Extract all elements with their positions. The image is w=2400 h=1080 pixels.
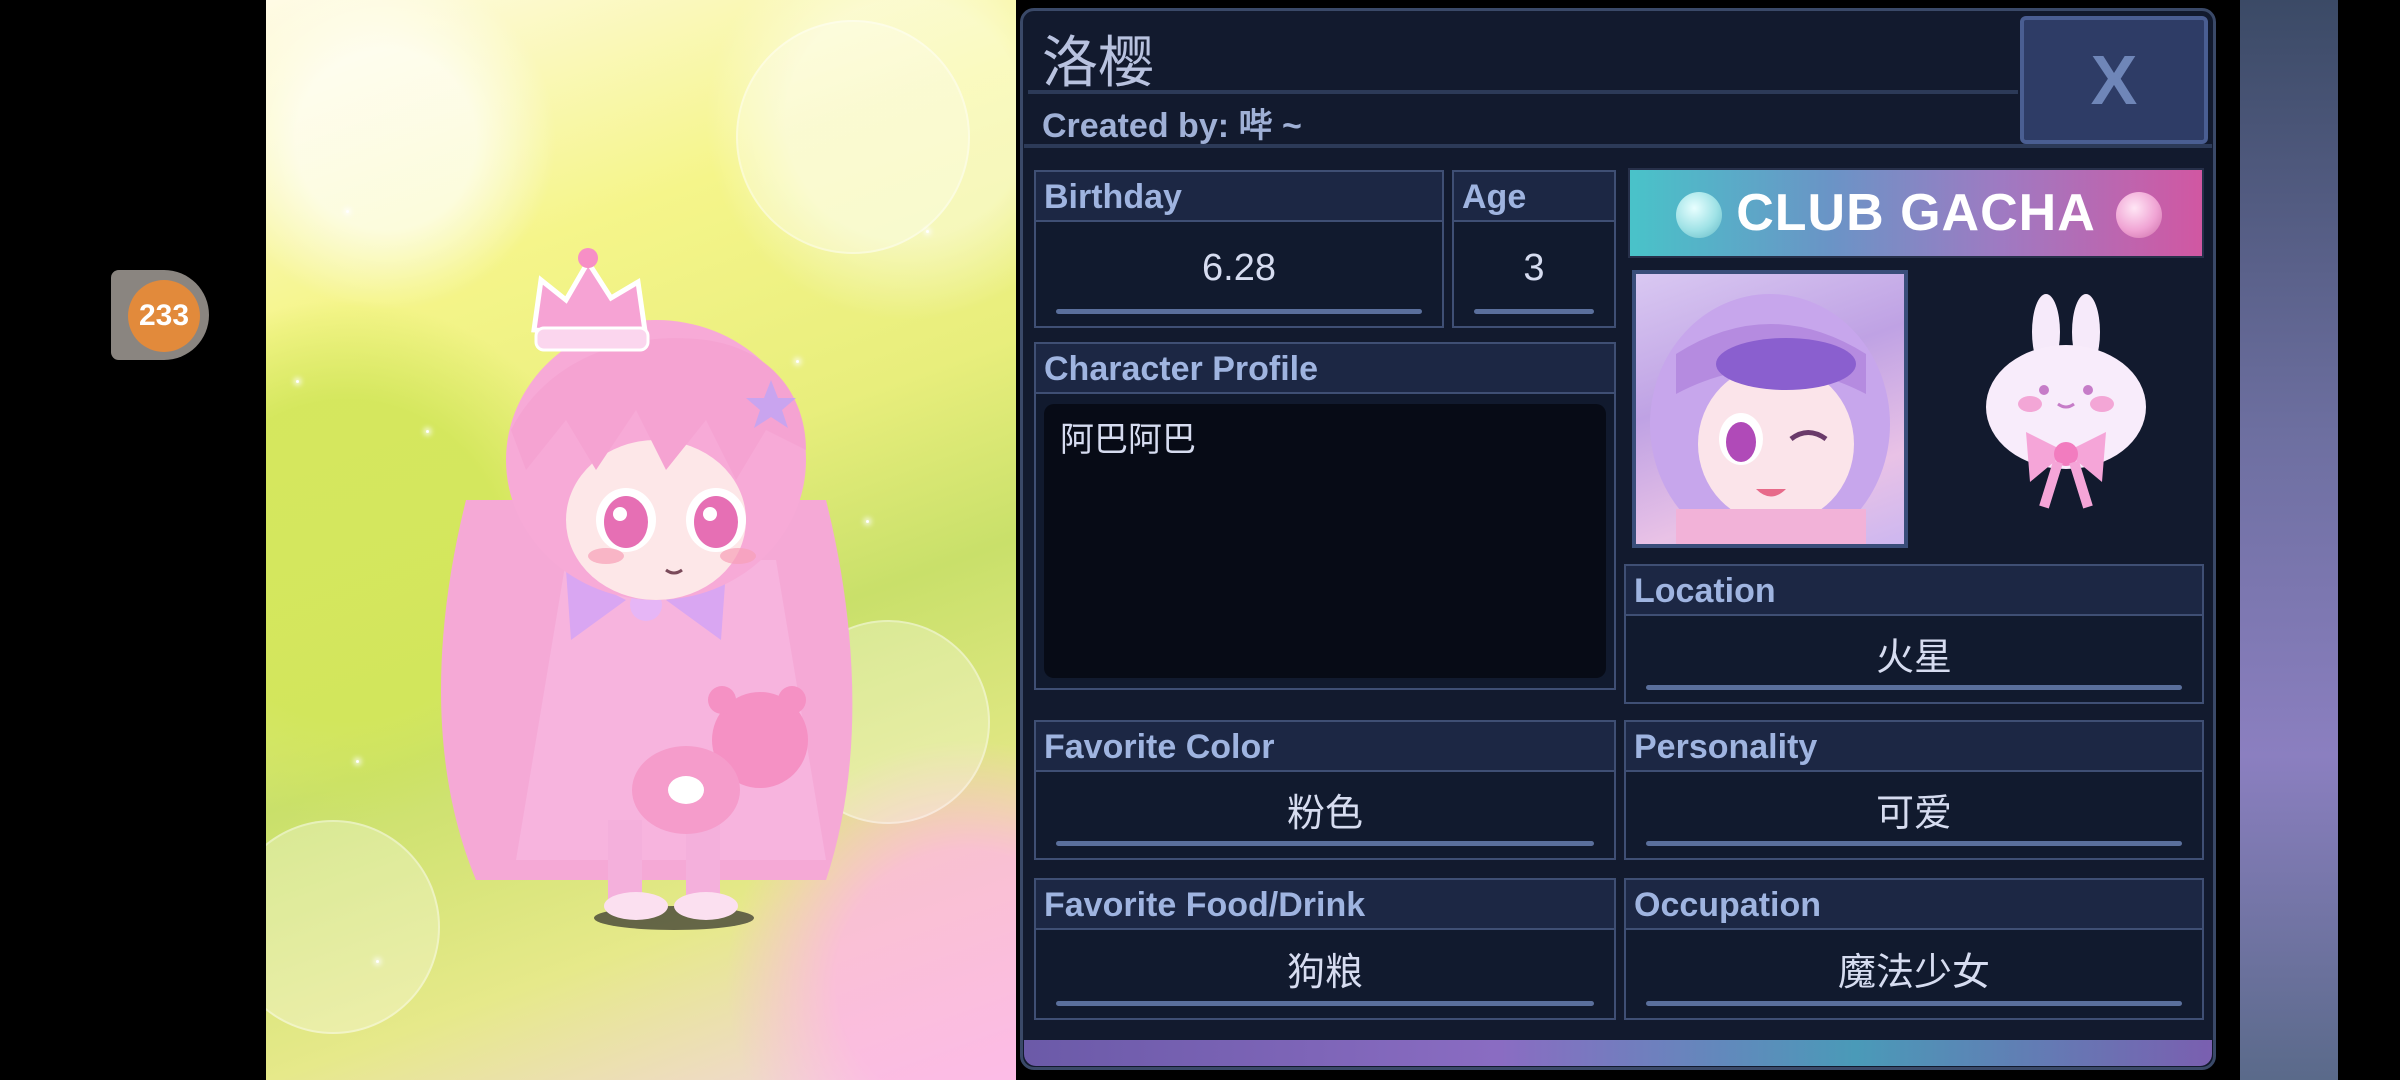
location-label: Location <box>1626 566 2202 616</box>
personality-value: 可爱 <box>1875 792 1952 835</box>
occupation-label: Occupation <box>1626 880 2202 930</box>
birthday-field[interactable]: Birthday 6.28 <box>1034 170 1444 328</box>
input-underline <box>1056 1001 1594 1006</box>
input-underline <box>1646 685 2182 690</box>
orb-icon <box>2116 192 2162 238</box>
divider <box>1024 144 2212 148</box>
bunny-mascot-icon <box>1986 294 2146 509</box>
creator-label: Created by: 哔 ~ <box>1042 107 1302 145</box>
logo-text: CLUB GACHA <box>1736 184 2096 242</box>
character-sprite <box>441 248 853 930</box>
favorite-food-value: 狗粮 <box>1286 951 1363 994</box>
input-underline <box>1646 841 2182 846</box>
character-scene <box>266 0 1016 1080</box>
personality-label: Personality <box>1626 722 2202 772</box>
location-field[interactable]: Location 火星 <box>1624 564 2204 704</box>
favorite-food-field[interactable]: Favorite Food/Drink 狗粮 <box>1034 878 1616 1020</box>
location-value: 火星 <box>1875 636 1952 679</box>
character-name: 洛樱 <box>1042 31 1154 96</box>
divider <box>1028 90 2018 94</box>
profile-text: 阿巴阿巴 <box>1060 421 1196 459</box>
occupation-field[interactable]: Occupation 魔法少女 <box>1624 878 2204 1020</box>
close-icon: X <box>2090 41 2138 119</box>
character-profile-label: Character Profile <box>1036 344 1614 394</box>
club-gacha-logo: CLUB GACHA <box>1628 168 2204 258</box>
notification-count-badge[interactable]: 233 <box>128 280 200 352</box>
birthday-label: Birthday <box>1036 172 1442 222</box>
age-label: Age <box>1454 172 1614 222</box>
age-value: 3 <box>1523 246 1545 289</box>
input-underline <box>1056 841 1594 846</box>
favorite-color-field[interactable]: Favorite Color 粉色 <box>1034 720 1616 860</box>
input-underline <box>1646 1001 2182 1006</box>
character-profile-field[interactable]: Character Profile 阿巴阿巴 <box>1034 342 1616 690</box>
character-portrait[interactable] <box>1632 270 1908 548</box>
portrait-image <box>1650 294 1890 544</box>
favorite-color-value: 粉色 <box>1286 792 1363 835</box>
input-underline <box>1474 309 1594 314</box>
close-button[interactable]: X <box>2020 16 2208 144</box>
orb-icon <box>1676 192 1722 238</box>
personality-field[interactable]: Personality 可爱 <box>1624 720 2204 860</box>
occupation-value: 魔法少女 <box>1837 951 1990 994</box>
profile-textarea[interactable]: 阿巴阿巴 <box>1044 404 1606 678</box>
background-strip <box>2240 0 2338 1080</box>
panel-bottom-accent <box>1024 1040 2212 1066</box>
input-underline <box>1056 309 1422 314</box>
favorite-color-label: Favorite Color <box>1036 722 1614 772</box>
age-field[interactable]: Age 3 <box>1452 170 1616 328</box>
favorite-food-label: Favorite Food/Drink <box>1036 880 1614 930</box>
birthday-value: 6.28 <box>1202 246 1276 289</box>
